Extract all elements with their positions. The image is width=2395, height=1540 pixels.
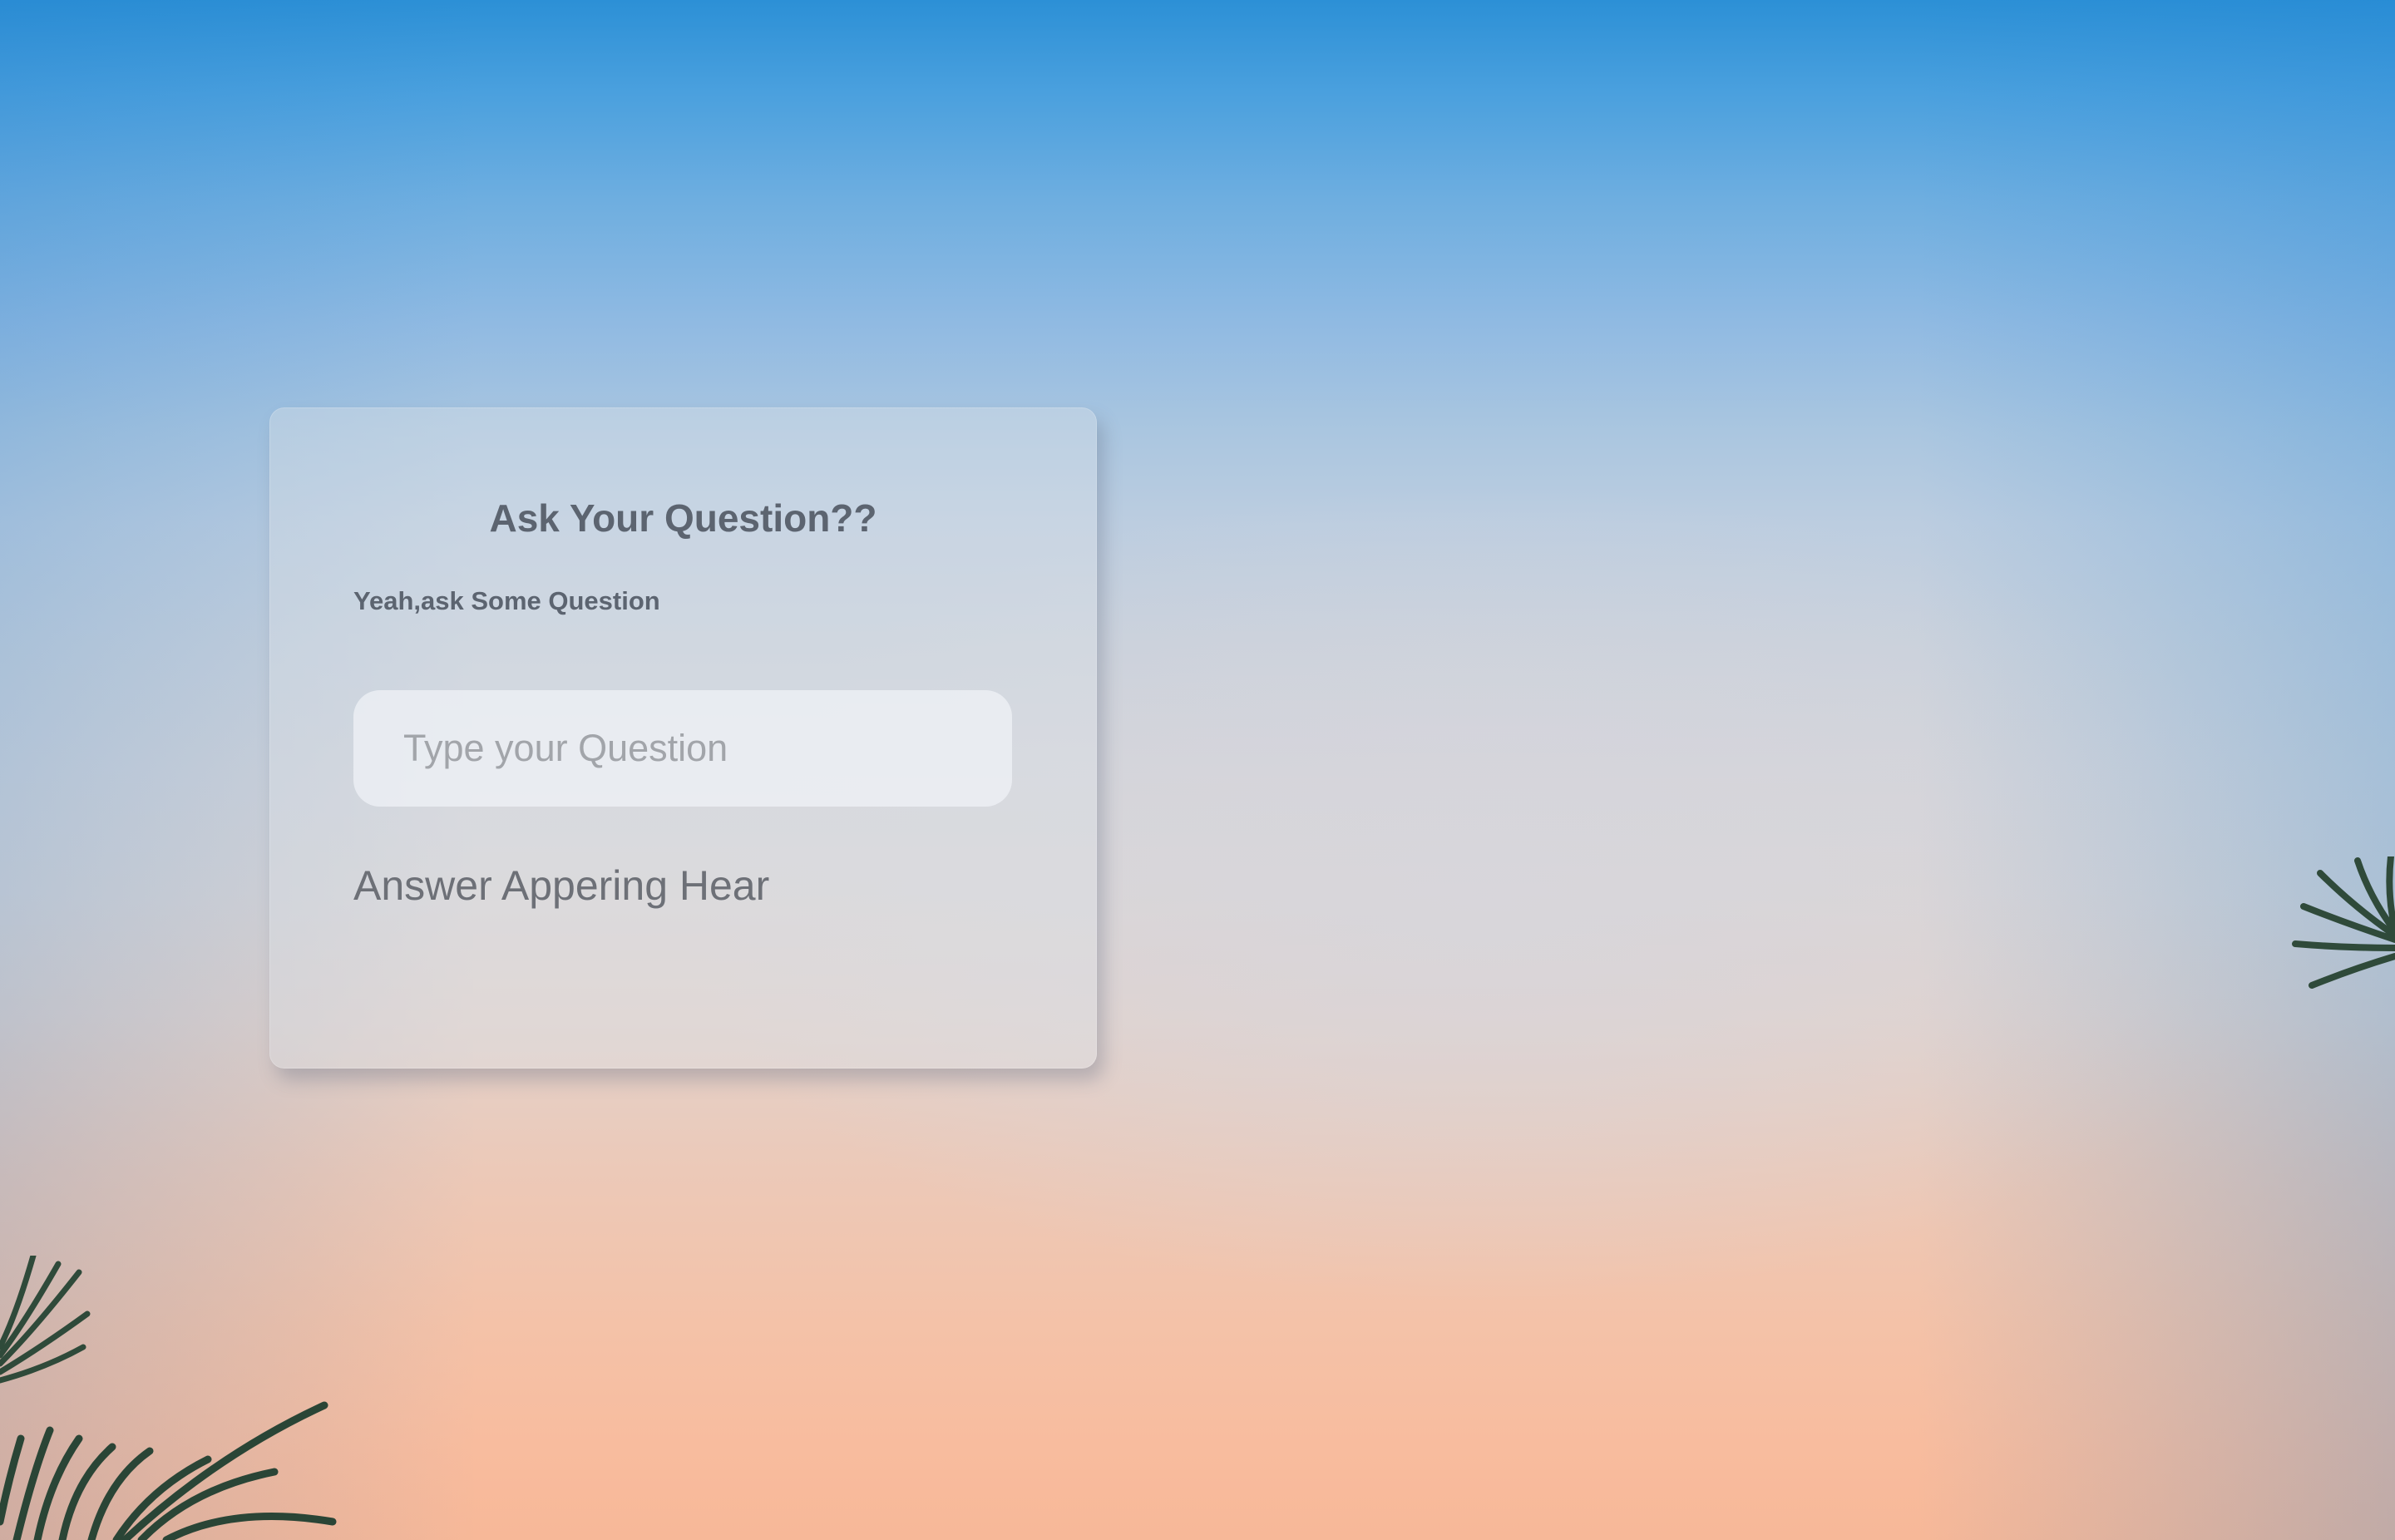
palm-leaf-decoration	[2292, 856, 2395, 989]
card-subtitle: Yeah,ask Some Question	[353, 586, 660, 615]
palm-leaf-decoration	[0, 1401, 337, 1540]
palm-leaf-decoration	[0, 1256, 91, 1384]
question-card: Ask Your Question?? Yeah,ask Some Questi…	[269, 407, 1097, 1069]
answer-text: Answer Appering Hear	[353, 862, 770, 909]
question-input[interactable]	[353, 690, 1012, 807]
card-title: Ask Your Question??	[489, 496, 877, 540]
